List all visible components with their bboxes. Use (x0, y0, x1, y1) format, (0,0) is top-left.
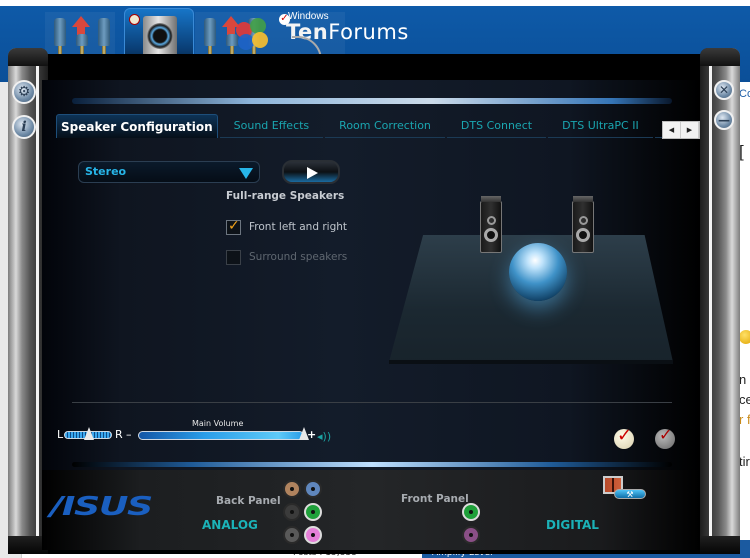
balance-left-label: L (57, 428, 64, 441)
background-text: tir (739, 454, 750, 469)
asus-logo: /ISUS (50, 492, 153, 522)
advanced-settings-button[interactable]: ⚒ (614, 489, 646, 499)
tab-room-correction[interactable]: Room Correction (325, 114, 445, 138)
front-right-speaker-icon[interactable] (572, 196, 594, 253)
tab-bar: Speaker Configuration Sound Effects Room… (56, 114, 700, 140)
arrow-up-icon (72, 16, 90, 27)
audio-jack-back-3[interactable] (283, 503, 301, 521)
info-icon: i (21, 119, 27, 135)
full-range-speakers-heading: Full-range Speakers (226, 190, 345, 202)
front-left-right-checkbox[interactable] (226, 218, 241, 235)
close-icon: ✕ (718, 83, 730, 97)
chevron-down-icon (239, 168, 253, 179)
info-button[interactable]: i (12, 115, 36, 139)
audio-jack-back-6[interactable] (304, 526, 322, 544)
jack-panel: /ISUS Back Panel Front Panel ANALOG DIGI… (42, 470, 700, 550)
audio-jack-front-1[interactable] (462, 503, 480, 521)
front-left-right-checkbox-row[interactable]: Front left and right (226, 218, 348, 235)
background-text: n (739, 372, 747, 387)
speaker-config-dropdown[interactable]: Stereo (78, 161, 260, 183)
background-text: ce (739, 392, 750, 407)
wrench-icon: ⚒ (626, 490, 634, 499)
bottom-glow-bar (72, 462, 672, 467)
checkbox-label: Surround speakers (249, 251, 348, 263)
header-glow-bar (72, 98, 672, 104)
tab-scroll-right-button[interactable]: ▶ (681, 122, 699, 138)
volume-minus-label: – (126, 428, 132, 441)
minimize-icon: — (718, 113, 730, 127)
revert-button[interactable]: ✓ (655, 425, 675, 449)
back-panel-label: Back Panel (216, 495, 281, 507)
surround-speakers-checkbox (226, 249, 241, 265)
minimize-button[interactable]: — (714, 110, 734, 130)
speaker-cone (147, 23, 173, 49)
main-volume-label: Main Volume (192, 419, 244, 428)
apply-button[interactable]: ✓ (614, 425, 634, 449)
checkmark-icon: ✓ (617, 425, 633, 446)
main-volume-slider[interactable] (138, 427, 309, 440)
checkbox-label: Front left and right (249, 221, 348, 233)
test-play-button[interactable] (282, 160, 340, 184)
tab-scroll-left-button[interactable]: ◀ (663, 122, 681, 138)
tab-speaker-configuration[interactable]: Speaker Configuration (56, 114, 218, 138)
main-panel: Speaker Configuration Sound Effects Room… (42, 80, 700, 550)
audio-jack-front-2[interactable] (462, 526, 480, 544)
tab-sound-effects[interactable]: Sound Effects (219, 114, 324, 138)
background-text[interactable]: Co (739, 88, 750, 100)
close-button[interactable]: ✕ (714, 80, 734, 100)
volume-plus-label: + (307, 428, 317, 441)
balance-right-label: R (115, 428, 123, 441)
logo-forums: Forums (328, 20, 409, 44)
audio-jack-back-4[interactable] (304, 503, 322, 521)
audio-jack-back-2[interactable] (304, 480, 322, 498)
tab-scroll-buttons: ◀ ▶ (662, 121, 700, 139)
tab-dts-ultrapc[interactable]: DTS UltraPC II (548, 114, 653, 138)
mute-speaker-icon[interactable]: ◂)) (317, 430, 331, 443)
analog-label: ANALOG (202, 518, 258, 532)
surround-speakers-checkbox-row: Surround speakers (226, 249, 347, 265)
tab-dts-connect[interactable]: DTS Connect (446, 114, 547, 138)
divider (72, 402, 672, 403)
front-panel-label: Front Panel (401, 493, 469, 505)
play-icon (307, 167, 318, 179)
smiley-icon (739, 330, 750, 344)
speaker-stage-edge (389, 360, 673, 364)
gear-icon: ⚙ (17, 84, 31, 100)
selected-check-icon (129, 14, 140, 25)
background-text: r fi (739, 412, 750, 427)
settings-button[interactable]: ⚙ (12, 80, 36, 104)
audio-jack-back-1[interactable] (283, 480, 301, 498)
balance-slider[interactable] (64, 427, 112, 440)
speaker-config-value: Stereo (85, 165, 127, 178)
balance-slider-thumb[interactable] (84, 427, 94, 440)
checkmark-disabled-icon: ✓ (659, 425, 673, 444)
screen: Co [ n ce r fi tir Posts : 15,838 Amplif… (0, 0, 750, 558)
listener-sphere[interactable] (509, 243, 567, 301)
audio-jack-back-5[interactable] (283, 526, 301, 544)
front-left-speaker-icon[interactable] (480, 196, 502, 253)
digital-label: DIGITAL (546, 518, 599, 532)
